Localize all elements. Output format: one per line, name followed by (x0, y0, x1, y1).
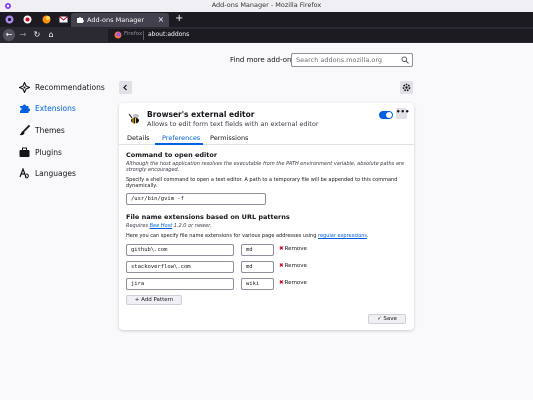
sidebar-item-label: Recommendations (35, 82, 105, 92)
search-icon[interactable] (401, 56, 409, 64)
requires-note: Requires Bee Host 1.2.0 or newer. (126, 223, 211, 229)
addons-search-field[interactable] (291, 53, 413, 67)
tab-preferences[interactable]: Preferences (162, 134, 200, 142)
search-input[interactable] (292, 54, 400, 66)
sidebar-item-label: Extensions (35, 103, 76, 113)
languages-icon (19, 167, 29, 178)
extension-input[interactable]: wiki (241, 278, 274, 290)
bee-host-link[interactable]: Bee Host (150, 223, 173, 229)
firefox-icon (114, 31, 122, 39)
urlbar-separator (143, 30, 144, 40)
remove-label: Remove (284, 263, 307, 269)
briefcase-icon (19, 147, 30, 157)
recommendations-icon (19, 81, 30, 93)
sidebar-item-recommendations[interactable]: Recommendations (19, 81, 105, 93)
addon-enable-toggle[interactable] (379, 111, 393, 119)
patterns-help-prefix: Here you can specify file name extension… (126, 233, 318, 239)
puzzle-piece-icon (20, 104, 30, 113)
sidebar-item-label: Plugins (35, 147, 62, 157)
patterns-help: Here you can specify file name extension… (126, 233, 369, 239)
url-pattern-input[interactable]: github\.com (126, 244, 234, 256)
home-button[interactable]: ⌂ (45, 29, 57, 41)
save-button[interactable]: ✓ Save (368, 314, 406, 324)
new-tab-button[interactable]: + (175, 13, 183, 24)
sidebar-item-extensions[interactable]: Extensions (19, 102, 76, 114)
paintbrush-icon (19, 124, 30, 135)
pinned-tab-icon[interactable] (42, 15, 51, 24)
back-button[interactable]: ← (3, 29, 15, 41)
more-options-button[interactable]: ••• (396, 108, 409, 119)
puzzle-piece-icon (77, 17, 84, 23)
addon-name: Browser's external editor (147, 110, 255, 119)
pinned-tab-icon[interactable] (5, 15, 14, 24)
pinned-tab-icon[interactable] (23, 15, 32, 24)
command-help-line: Specify a shell command to open a text e… (126, 177, 398, 183)
detail-tabs: Details Preferences Permissions (119, 131, 414, 145)
tab-addons-manager[interactable]: Add-ons Manager × (71, 13, 169, 27)
addon-detail-card: Browser's external editor Allows to edit… (119, 103, 414, 330)
extension-input[interactable]: md (241, 244, 274, 256)
tab-strip: Add-ons Manager × + (0, 12, 533, 27)
command-input[interactable]: /usr/bin/gvim -f (126, 193, 266, 205)
close-icon: ✖ (279, 280, 284, 286)
sidebar-item-plugins[interactable]: Plugins (19, 146, 62, 158)
requires-prefix: Requires (126, 223, 150, 229)
command-section-title: Command to open editor (126, 151, 218, 159)
sidebar-item-label: Themes (35, 125, 65, 135)
remove-pattern-button[interactable]: ✖Remove (279, 246, 307, 252)
chevron-left-icon (123, 84, 127, 91)
sidebar-item-themes[interactable]: Themes (19, 124, 65, 136)
remove-label: Remove (284, 246, 307, 252)
extension-input[interactable]: md (241, 261, 274, 273)
url-pattern-input[interactable]: stackoverflow\.com (126, 261, 234, 273)
patterns-section-title: File name extensions based on URL patter… (126, 213, 290, 221)
sidebar-item-label: Languages (35, 168, 76, 178)
command-note-line: strongly encouraged. (126, 167, 180, 173)
tab-permissions[interactable]: Permissions (210, 134, 248, 142)
gear-icon (402, 83, 411, 92)
requires-suffix: 1.2.0 or newer. (172, 223, 212, 229)
url-bar[interactable]: Firefox about:addons (108, 28, 533, 42)
add-pattern-button[interactable]: + Add Pattern (126, 295, 182, 305)
identity-label: Firefox (124, 31, 143, 37)
url-text[interactable]: about:addons (148, 31, 189, 38)
find-more-label: Find more add-ons (230, 56, 296, 64)
tab-title: Add-ons Manager (87, 15, 145, 24)
window-title: Add-ons Manager - Mozilla Firefox (211, 1, 322, 9)
addon-bee-icon (128, 113, 139, 124)
active-tab-indicator (155, 143, 203, 145)
back-to-list-button[interactable] (119, 81, 132, 94)
command-help-line: dynamically. (126, 183, 158, 189)
remove-label: Remove (284, 280, 307, 286)
regular-expressions-link[interactable]: regular expressions (318, 233, 367, 239)
reload-button[interactable]: ↻ (31, 29, 43, 41)
remove-pattern-button[interactable]: ✖Remove (279, 263, 307, 269)
navigation-toolbar: ← → ↻ ⌂ Firefox about:addons (0, 27, 533, 43)
url-pattern-input[interactable]: jira (126, 278, 234, 290)
close-icon: ✖ (279, 246, 284, 252)
patterns-help-suffix: . (367, 233, 369, 239)
tools-menu-button[interactable] (400, 81, 413, 94)
addon-description: Allows to edit form text fields with an … (147, 120, 319, 128)
remove-pattern-button[interactable]: ✖Remove (279, 280, 307, 286)
forward-button[interactable]: → (17, 29, 29, 41)
tab-close-icon[interactable]: × (158, 15, 164, 24)
sidebar-item-languages[interactable]: Languages (19, 167, 76, 179)
title-bar: Add-ons Manager - Mozilla Firefox (0, 0, 533, 12)
tab-details[interactable]: Details (127, 134, 150, 142)
mail-tab-icon[interactable] (59, 15, 68, 24)
toggle-knob (386, 112, 392, 118)
close-icon: ✖ (279, 263, 284, 269)
